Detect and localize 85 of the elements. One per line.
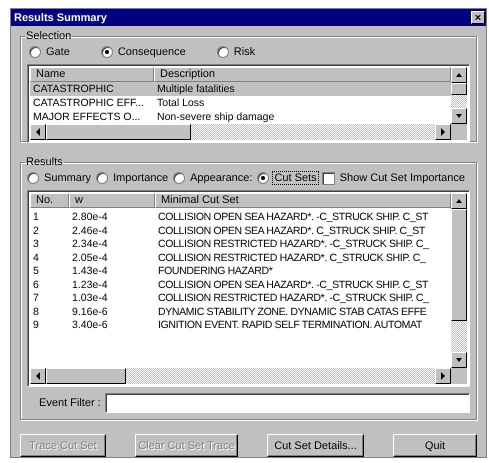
radio-button[interactable] xyxy=(173,172,186,184)
table-cell-text: 2.34e-4 xyxy=(71,238,109,252)
scroll-button[interactable] xyxy=(451,352,467,368)
right-arrow-icon xyxy=(439,128,447,136)
table-cell-text: 1.23e-4 xyxy=(71,278,109,292)
radio-label: Consequence xyxy=(116,46,187,58)
table-cell-text: 1.03e-4 xyxy=(71,292,109,306)
table-cell-text: 8 xyxy=(32,306,40,319)
up-arrow-icon xyxy=(455,71,463,79)
table-cell-text: 2.80e-4 xyxy=(71,211,109,224)
horizontal-scrollbar[interactable] xyxy=(30,368,467,384)
table-cell-text: Non-severe ship damage xyxy=(156,110,276,124)
table-cell-text: 2 xyxy=(32,224,40,238)
table-cell-text: 7 xyxy=(32,292,40,306)
radio-button[interactable] xyxy=(29,46,41,58)
radio-label: Appearance: xyxy=(189,172,254,184)
down-arrow-icon xyxy=(455,112,463,120)
table-cell-text: COLLISION RESTRICTED HAZARD*. C_STRUCK SHIP. C_ xyxy=(157,252,427,265)
scroll-button[interactable] xyxy=(451,67,467,83)
table-cell-text: 9 xyxy=(32,319,40,332)
dialog-button[interactable]: Quit xyxy=(393,434,477,457)
scrollbar-corner xyxy=(451,124,467,140)
table-cell-text: Multiple fatalities xyxy=(156,82,236,96)
radio-label: Risk xyxy=(232,46,256,58)
right-arrow-icon xyxy=(439,372,447,380)
table-cell-text: 4 xyxy=(32,252,40,265)
window-title: Results Summary xyxy=(14,12,107,24)
scroll-button[interactable] xyxy=(435,124,451,140)
table-cell-text: 3 xyxy=(32,238,40,252)
horizontal-scrollbar[interactable] xyxy=(30,124,467,140)
table-cell-text: COLLISION RESTRICTED HAZARD*. -C_STRUCK SHIP. C_ xyxy=(157,292,430,306)
column-header[interactable]: Description xyxy=(154,67,451,82)
field-label: Event Filter : xyxy=(39,397,101,409)
column-header[interactable]: Name xyxy=(30,67,154,82)
column-header[interactable]: w xyxy=(69,193,155,208)
scroll-button[interactable] xyxy=(451,108,467,124)
table-cell-text: 2.46e-4 xyxy=(71,224,109,238)
radio-button[interactable] xyxy=(216,46,229,58)
radio-label: Gate xyxy=(45,46,71,58)
close-button[interactable]: × xyxy=(471,11,485,24)
table-cell-text: 9.16e-6 xyxy=(71,306,109,319)
table-cell-text: MAJOR EFFECTS O... xyxy=(32,110,142,124)
radio-button[interactable] xyxy=(96,172,108,184)
scroll-button[interactable] xyxy=(435,368,451,384)
column-header[interactable]: Minimal Cut Set xyxy=(155,193,451,208)
table-cell-text: COLLISION RESTRICTED HAZARD*. -C_STRUCK SHIP. C_ xyxy=(157,238,430,252)
radio-label: Cut Sets xyxy=(273,172,318,184)
up-arrow-icon xyxy=(455,197,463,205)
scroll-button[interactable] xyxy=(451,193,467,209)
left-arrow-icon xyxy=(34,372,42,380)
table-cell-text: COLLISION OPEN SEA HAZARD*. -C_STRUCK SHIP. C_ST xyxy=(157,278,430,292)
table-cell-text: IGNITION EVENT. RAPID SELF TERMINATION. AUTOMAT xyxy=(157,319,423,332)
checkbox[interactable] xyxy=(322,172,335,184)
table-cell-text: 1 xyxy=(32,211,40,224)
radio-button[interactable] xyxy=(100,46,113,58)
radio-button[interactable] xyxy=(27,172,39,184)
radio-label: Summary xyxy=(43,172,92,184)
table-cell-text: CATASTROPHIC xyxy=(32,82,115,96)
table-cell-text: 5 xyxy=(32,265,40,278)
event-filter-field[interactable] xyxy=(104,393,470,413)
list-row[interactable]: CATASTROPHIC Multiple fatalities xyxy=(30,82,451,96)
table-cell-text: FOUNDERING HAZARD* xyxy=(157,265,274,278)
group-label: Selection xyxy=(25,30,72,42)
table-cell-text: 2.05e-4 xyxy=(71,252,109,265)
table-cell-text: DYNAMIC STABILITY ZONE. DYNAMIC STAB CATAS EFFE xyxy=(157,306,428,319)
scroll-button[interactable] xyxy=(30,368,46,384)
table-cell-text: CATASTROPHIC EFF... xyxy=(32,96,146,110)
radio-button[interactable] xyxy=(257,172,270,184)
group-label: Results xyxy=(25,156,64,168)
scrollbar-corner xyxy=(451,368,467,384)
dialog-button[interactable]: Cut Set Details... xyxy=(267,434,364,457)
down-arrow-icon xyxy=(455,356,463,364)
table-cell-text: Total Loss xyxy=(156,96,206,110)
checkbox-label: Show Cut Set Importance xyxy=(338,172,466,184)
table-cell-text: COLLISION OPEN SEA HAZARD*. -C_STRUCK SHIP. C_ST xyxy=(157,211,430,224)
table-cell-text: COLLISION OPEN SEA HAZARD*. C_STRUCK SHIP. C_ST xyxy=(157,224,426,238)
vertical-scrollbar[interactable] xyxy=(451,67,467,124)
column-header[interactable]: No. xyxy=(30,193,69,208)
table-cell-text: 1.43e-4 xyxy=(71,265,109,278)
table-cell-text: 6 xyxy=(32,278,40,292)
vertical-scrollbar[interactable] xyxy=(451,193,467,368)
table-cell-text: 3.40e-6 xyxy=(71,319,109,332)
radio-label: Importance xyxy=(112,172,170,184)
scroll-button[interactable] xyxy=(30,124,46,140)
left-arrow-icon xyxy=(34,128,42,136)
